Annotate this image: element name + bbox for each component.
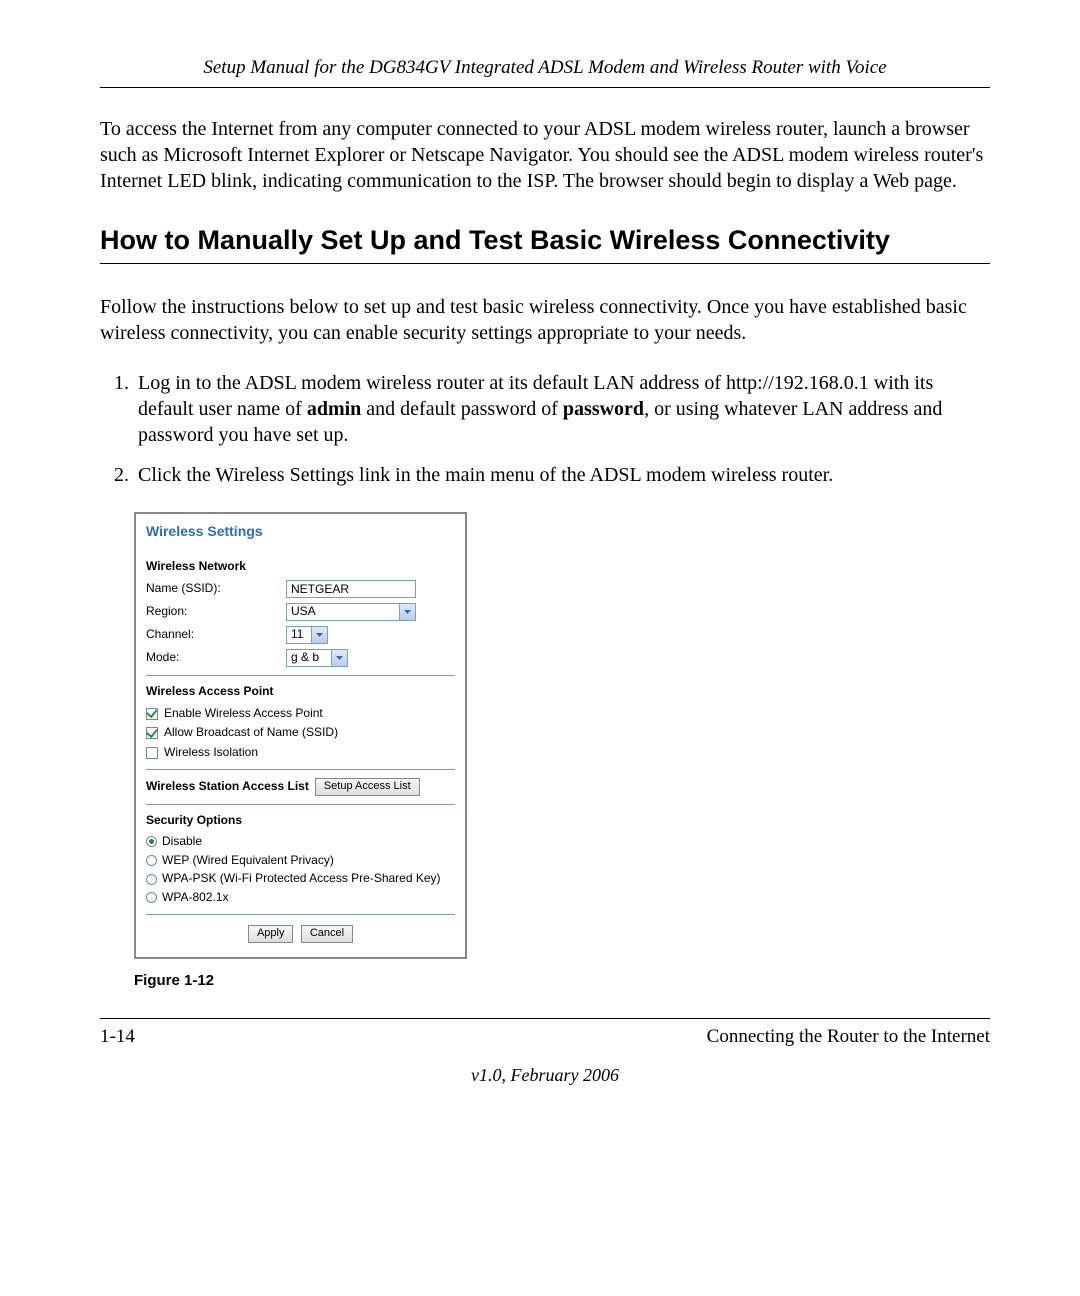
mode-label: Mode: [146, 650, 286, 666]
section-heading: How to Manually Set Up and Test Basic Wi… [100, 224, 990, 265]
intro-paragraph: To access the Internet from any computer… [100, 116, 990, 194]
wap-label: Wireless Access Point [146, 684, 455, 700]
broadcast-ssid-checkbox[interactable] [146, 727, 158, 739]
wireless-network-label: Wireless Network [146, 559, 455, 575]
steps-list: Log in to the ADSL modem wireless router… [100, 370, 990, 488]
security-wpa8021x-radio[interactable] [146, 892, 157, 903]
step-1: Log in to the ADSL modem wireless router… [134, 370, 990, 448]
chapter-title: Connecting the Router to the Internet [707, 1025, 990, 1050]
page-number: 1-14 [100, 1025, 135, 1050]
ssid-input[interactable] [286, 580, 416, 598]
chevron-down-icon [399, 604, 415, 620]
mode-value: g & b [287, 650, 331, 666]
ssid-label: Name (SSID): [146, 581, 286, 597]
channel-value: 11 [287, 627, 311, 643]
region-value: USA [287, 604, 399, 620]
channel-label: Channel: [146, 627, 286, 643]
region-select[interactable]: USA [286, 603, 416, 621]
follow-paragraph: Follow the instructions below to set up … [100, 294, 990, 346]
divider [146, 675, 455, 676]
apply-button[interactable]: Apply [248, 925, 294, 943]
cancel-button[interactable]: Cancel [301, 925, 353, 943]
enable-wap-checkbox[interactable] [146, 708, 158, 720]
footer-rule [100, 1018, 990, 1019]
page-header: Setup Manual for the DG834GV Integrated … [100, 56, 990, 88]
access-list-label: Wireless Station Access List [146, 779, 309, 795]
setup-access-list-button[interactable]: Setup Access List [315, 778, 420, 796]
panel-title: Wireless Settings [146, 522, 455, 540]
divider [146, 769, 455, 770]
channel-select[interactable]: 11 [286, 626, 328, 644]
chevron-down-icon [311, 627, 327, 643]
version-date: v1.0, February 2006 [100, 1064, 990, 1087]
mode-select[interactable]: g & b [286, 649, 348, 667]
step1-admin: admin [307, 398, 361, 420]
security-options-label: Security Options [146, 813, 455, 829]
security-wpa8021x-label: WPA-802.1x [162, 890, 228, 906]
security-disable-radio[interactable] [146, 836, 157, 847]
wireless-isolation-label: Wireless Isolation [164, 745, 258, 761]
divider [146, 914, 455, 915]
broadcast-ssid-label: Allow Broadcast of Name (SSID) [164, 725, 338, 741]
security-wep-label: WEP (Wired Equivalent Privacy) [162, 853, 334, 869]
enable-wap-label: Enable Wireless Access Point [164, 706, 323, 722]
step-2: Click the Wireless Settings link in the … [134, 462, 990, 488]
figure-caption: Figure 1-12 [134, 971, 990, 991]
chevron-down-icon [331, 650, 347, 666]
region-label: Region: [146, 604, 286, 620]
step1-text-b: and default password of [361, 398, 563, 420]
wireless-settings-screenshot: Wireless Settings Wireless Network Name … [134, 512, 467, 958]
footer-row: 1-14 Connecting the Router to the Intern… [100, 1025, 990, 1050]
divider [146, 804, 455, 805]
wireless-isolation-checkbox[interactable] [146, 747, 158, 759]
security-wpapsk-label: WPA-PSK (Wi-Fi Protected Access Pre-Shar… [162, 871, 441, 887]
security-wpapsk-radio[interactable] [146, 874, 157, 885]
step1-password: password [563, 398, 644, 420]
security-wep-radio[interactable] [146, 855, 157, 866]
security-disable-label: Disable [162, 834, 202, 850]
